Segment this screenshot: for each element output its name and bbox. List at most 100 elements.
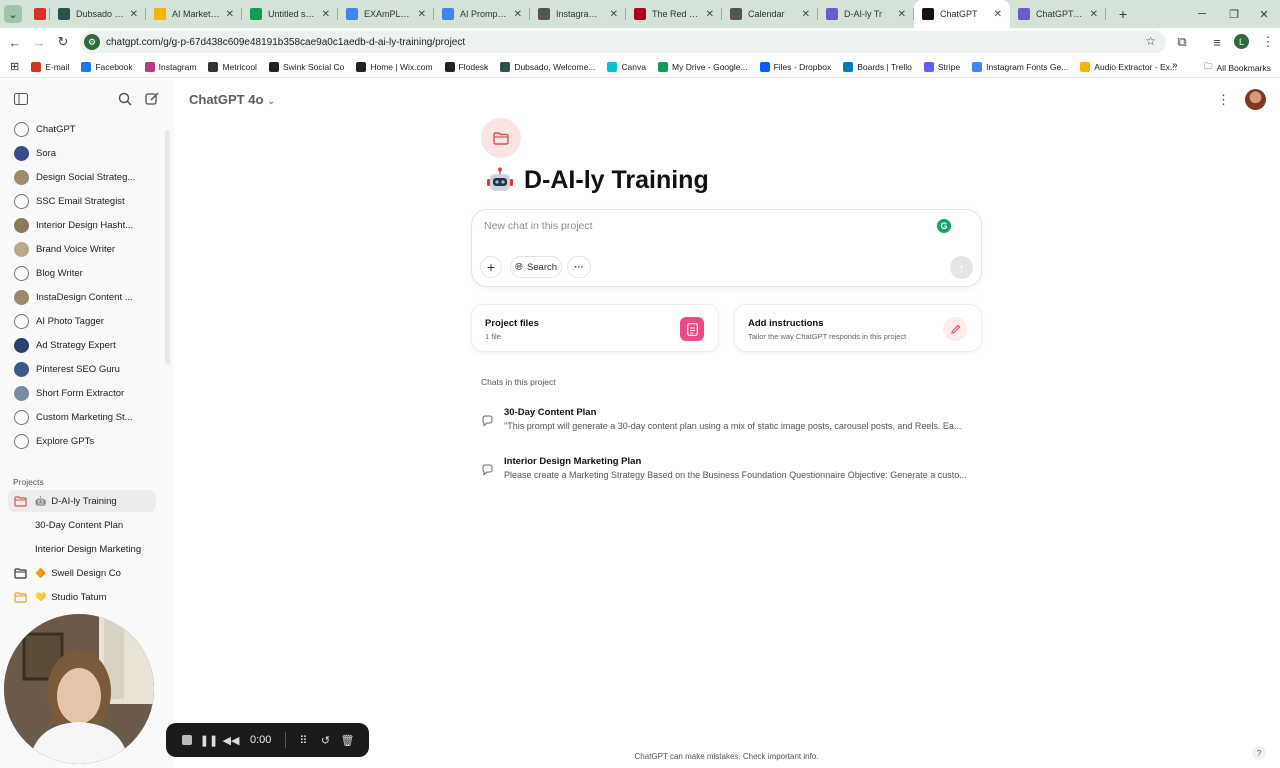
profile-avatar[interactable]: L (1234, 34, 1249, 49)
sidebar-gpt-item[interactable]: ChatGPT (8, 118, 156, 140)
browser-tab[interactable]: The Red Shutt ✕ (626, 0, 722, 28)
sidebar-gpt-item[interactable]: Explore GPTs (8, 430, 156, 452)
trash-icon[interactable]: 🗑︎ (336, 729, 358, 751)
browser-tab[interactable] (26, 0, 50, 28)
close-window-button[interactable]: ✕ (1248, 0, 1280, 28)
project-folder-icon[interactable] (481, 118, 521, 158)
bookmark-item[interactable]: Metricool (208, 61, 257, 72)
more-tools-button[interactable]: ··· (567, 256, 591, 278)
new-chat-icon[interactable] (143, 90, 161, 108)
close-tab-icon[interactable]: ✕ (130, 9, 138, 20)
bookmark-item[interactable]: Home | Wix.com (356, 61, 433, 72)
close-tab-icon[interactable]: ✕ (226, 9, 234, 20)
site-info-icon[interactable]: ⚙ (84, 34, 100, 50)
add-instructions-card[interactable]: Add instructions Tailor the way ChatGPT … (734, 304, 982, 352)
forward-button[interactable]: → (27, 30, 51, 54)
user-avatar[interactable] (1245, 89, 1266, 110)
apps-grid-icon[interactable]: ⊞ (10, 60, 19, 73)
bookmark-item[interactable]: Flodesk (444, 61, 488, 72)
more-options-icon[interactable]: ⋮ (1217, 92, 1230, 108)
pause-icon[interactable]: ❚❚ (198, 729, 220, 751)
sidebar-project-item[interactable]: 💛 Studio Tatum (8, 586, 156, 608)
search-button[interactable]: 🌐︎ Search (510, 256, 562, 278)
model-selector[interactable]: ChatGPT 4o ⌄ (189, 92, 275, 107)
browser-tab[interactable]: Instagram Str ✕ (530, 0, 626, 28)
send-button[interactable]: ↑ (950, 256, 973, 279)
sidebar-gpt-item[interactable]: SSC Email Strategist (8, 190, 156, 212)
bookmark-item[interactable]: Swink Social Co (268, 61, 344, 72)
back-button[interactable]: ← (3, 30, 27, 54)
bookmark-item[interactable]: Canva (607, 61, 646, 72)
browser-tab[interactable]: Calendar ✕ (722, 0, 818, 28)
help-icon[interactable]: ? (1252, 746, 1266, 760)
close-tab-icon[interactable]: ✕ (802, 9, 810, 20)
sidebar-scrollbar[interactable] (165, 130, 170, 365)
sidebar-gpt-item[interactable]: Pinterest SEO Guru (8, 358, 156, 380)
browser-tab[interactable]: EXAmPLE - Go ✕ (338, 0, 434, 28)
bookmark-item[interactable]: Instagram (144, 61, 196, 72)
sidebar-gpt-item[interactable]: AI Photo Tagger (8, 310, 156, 332)
project-chat-row[interactable]: 30-Day Content Plan "This prompt will gen… (481, 405, 981, 439)
bookmark-item[interactable]: Stripe (923, 61, 960, 72)
restart-icon[interactable]: ↺ (314, 729, 336, 751)
extensions-icon[interactable]: ⧉ (1170, 30, 1194, 54)
bookmark-item[interactable]: E-mail (31, 61, 69, 72)
minimize-window-button[interactable]: ─ (1186, 0, 1218, 28)
bookmark-item[interactable]: Files - Dropbox (759, 61, 831, 72)
bookmark-item[interactable]: Boards | Trello (843, 61, 912, 72)
bookmark-item[interactable]: Audio Extractor - Ex... (1080, 61, 1177, 72)
sidebar-gpt-item[interactable]: Sora (8, 142, 156, 164)
close-tab-icon[interactable]: ✕ (1090, 9, 1098, 20)
sidebar-gpt-item[interactable]: Brand Voice Writer (8, 238, 156, 260)
more-bookmarks-icon[interactable]: » (1172, 60, 1178, 71)
sidebar-project-item[interactable]: 🔶 Swell Design Co (8, 562, 156, 584)
sidebar-gpt-item[interactable]: Design Social Strateg... (8, 166, 156, 188)
sidebar-gpt-item[interactable]: Interior Design Hasht... (8, 214, 156, 236)
search-chats-icon[interactable] (116, 90, 134, 108)
bookmark-item[interactable]: My Drive - Google... (658, 61, 748, 72)
browser-menu-icon[interactable]: ⋮ (1256, 30, 1280, 54)
browser-tab[interactable]: Dubsado CRM ✕ (50, 0, 146, 28)
close-tab-icon[interactable]: ✕ (898, 9, 906, 20)
bookmark-item[interactable]: Instagram Fonts Ge... (972, 61, 1068, 72)
media-controls-icon[interactable]: ≡ (1205, 30, 1229, 54)
browser-tab[interactable]: ChatGPT - 🤖 ✕ (1010, 0, 1106, 28)
stop-icon[interactable] (176, 729, 198, 751)
sidebar-gpt-item[interactable]: Ad Strategy Expert (8, 334, 156, 356)
sidebar-project-item[interactable]: 🤖 D-AI-ly Training (8, 490, 156, 512)
bookmark-item[interactable]: Dubsado, Welcome... (500, 61, 595, 72)
close-tab-icon[interactable]: ✕ (610, 9, 618, 20)
close-tab-icon[interactable]: ✕ (514, 9, 522, 20)
rewind-icon[interactable]: ◀◀ (220, 729, 242, 751)
toggle-sidebar-icon[interactable] (12, 90, 30, 108)
omnibox[interactable]: ⚙ chatgpt.com/g/g-p-67d438c609e48191b358… (80, 31, 1166, 53)
close-tab-icon[interactable]: ✕ (994, 9, 1002, 20)
composer-input[interactable]: New chat in this project (484, 220, 593, 232)
bookmark-item[interactable]: Facebook (81, 61, 133, 72)
composer[interactable]: New chat in this project G + 🌐︎ Search ·… (471, 209, 982, 287)
project-chat-item[interactable]: 30-Day Content Plan (8, 514, 156, 536)
attach-button[interactable]: + (480, 256, 502, 278)
bookmark-star-icon[interactable]: ☆ (1145, 34, 1156, 48)
project-chat-item[interactable]: Interior Design Marketing (8, 538, 156, 560)
project-chat-row[interactable]: Interior Design Marketing Plan Please cre… (481, 454, 981, 488)
sidebar-gpt-item[interactable]: Short Form Extractor (8, 382, 156, 404)
new-tab-button[interactable]: + (1114, 5, 1132, 23)
tab-search-icon[interactable]: ⌄ (4, 5, 22, 23)
sidebar-gpt-item[interactable]: Blog Writer (8, 262, 156, 284)
grammarly-icon[interactable]: G (937, 219, 951, 233)
sidebar-gpt-item[interactable]: Custom Marketing St... (8, 406, 156, 428)
reload-button[interactable]: ↻ (51, 30, 75, 54)
project-files-card[interactable]: Project files 1 file (471, 304, 719, 352)
sidebar-gpt-item[interactable]: InstaDesign Content ... (8, 286, 156, 308)
restore-window-button[interactable]: ❐ (1218, 0, 1250, 28)
all-bookmarks[interactable]: 🗀 All Bookmarks (1204, 61, 1271, 75)
browser-tab[interactable]: D-AI-ly Tr ✕ (818, 0, 914, 28)
browser-tab[interactable]: AI Marketing ✕ (146, 0, 242, 28)
close-tab-icon[interactable]: ✕ (706, 9, 714, 20)
drag-handle-icon[interactable]: ⠿ (292, 729, 314, 751)
close-tab-icon[interactable]: ✕ (418, 9, 426, 20)
browser-tab[interactable]: Untitled sprea ✕ (242, 0, 338, 28)
browser-tab[interactable]: AI Prompts - G ✕ (434, 0, 530, 28)
close-tab-icon[interactable]: ✕ (322, 9, 330, 20)
